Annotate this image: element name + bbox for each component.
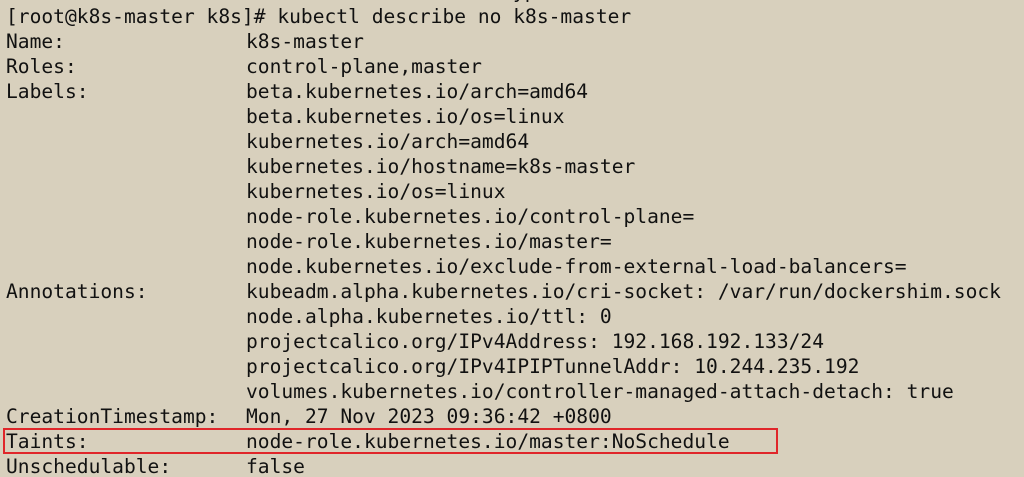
row-label: Annotations: — [6, 280, 148, 303]
output-row: beta.kubernetes.io/os=linux — [6, 104, 565, 129]
taints-highlight-box — [3, 428, 778, 454]
row-value: node-role.kubernetes.io/master= — [246, 230, 612, 253]
row-value: node-role.kubernetes.io/control-plane= — [246, 205, 695, 228]
output-row: kubernetes.io/arch=amd64 — [6, 129, 529, 154]
output-row: projectcalico.org/IPv4Address: 192.168.1… — [6, 329, 824, 354]
row-value: kubernetes.io/os=linux — [246, 180, 506, 203]
row-value: projectcalico.org/IPv4IPIPTunnelAddr: 10… — [246, 355, 860, 378]
row-value: kubeadm.alpha.kubernetes.io/cri-socket: … — [246, 280, 1001, 303]
output-row: node.kubernetes.io/exclude-from-external… — [6, 254, 907, 279]
row-value: false — [246, 455, 305, 477]
row-value: kubernetes.io/arch=amd64 — [246, 130, 530, 153]
row-label: Roles: — [6, 55, 77, 78]
output-row: kubernetes.io/hostname=k8s-master — [6, 154, 635, 179]
row-label: CreationTimestamp: — [6, 405, 219, 428]
row-value: node.kubernetes.io/exclude-from-external… — [246, 255, 907, 278]
output-row: node-role.kubernetes.io/master= — [6, 229, 612, 254]
output-row-roles: Roles: control-plane,master — [6, 54, 482, 79]
row-value: k8s-master — [246, 30, 364, 53]
row-value: kubernetes.io/hostname=k8s-master — [246, 155, 636, 178]
output-row: kubernetes.io/os=linux — [6, 179, 506, 204]
row-value: beta.kubernetes.io/os=linux — [246, 105, 565, 128]
output-row-labels: Labels: beta.kubernetes.io/arch=amd64 — [6, 79, 588, 104]
row-value: control-plane,master — [246, 55, 482, 78]
command-prompt-line: [root@k8s-master k8s]# kubectl describe … — [6, 5, 632, 28]
output-row: node-role.kubernetes.io/control-plane= — [6, 204, 694, 229]
output-row-creation-timestamp: CreationTimestamp: Mon, 27 Nov 2023 09:3… — [6, 404, 612, 429]
row-label: Unschedulable: — [6, 455, 172, 477]
output-row-name: Name: k8s-master — [6, 29, 364, 54]
row-label: Labels: — [6, 80, 89, 103]
row-value: projectcalico.org/IPv4Address: 192.168.1… — [246, 330, 825, 353]
row-value: node.alpha.kubernetes.io/ttl: 0 — [246, 305, 612, 328]
row-value: volumes.kubernetes.io/controller-managed… — [246, 380, 954, 403]
row-value: Mon, 27 Nov 2023 09:36:42 +0800 — [246, 405, 612, 428]
row-label: Name: — [6, 30, 65, 53]
terminal-window[interactable]: yp [root@k8s-master k8s]# kubectl descri… — [0, 0, 1024, 477]
row-value: beta.kubernetes.io/arch=amd64 — [246, 80, 589, 103]
output-row: volumes.kubernetes.io/controller-managed… — [6, 379, 954, 404]
output-row: node.alpha.kubernetes.io/ttl: 0 — [6, 304, 612, 329]
output-row: projectcalico.org/IPv4IPIPTunnelAddr: 10… — [6, 354, 859, 379]
output-row-annotations: Annotations: kubeadm.alpha.kubernetes.io… — [6, 279, 1001, 304]
output-row-unschedulable: Unschedulable: false — [6, 454, 305, 477]
